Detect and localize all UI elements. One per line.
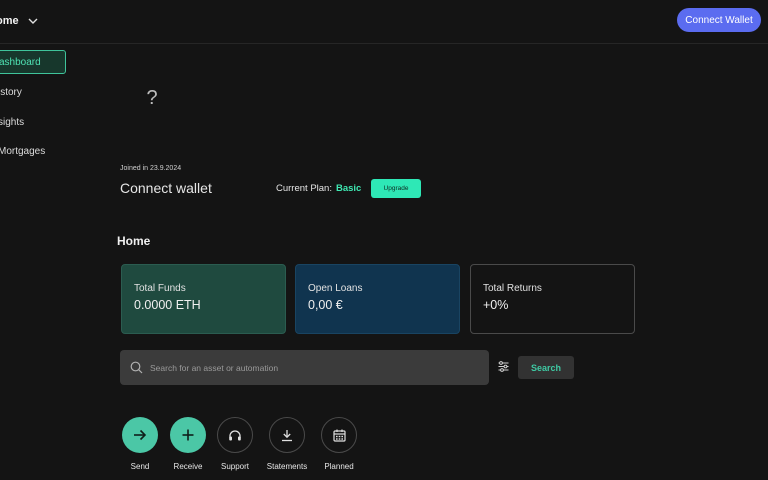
- page-title: Home: [117, 234, 151, 248]
- calendar-icon: [332, 429, 346, 442]
- search-input[interactable]: [150, 362, 470, 373]
- plus-icon: [182, 429, 194, 441]
- plan-label: Current Plan:: [276, 183, 332, 194]
- action-label: Support: [220, 462, 250, 471]
- sidebar-item-label: istory: [0, 86, 22, 98]
- connect-wallet-button[interactable]: Connect Wallet: [677, 8, 761, 32]
- card-label: Total Returns: [483, 283, 542, 294]
- receive-button[interactable]: [170, 417, 206, 453]
- card-label: Total Funds: [134, 283, 186, 294]
- search-button[interactable]: Search: [518, 356, 574, 379]
- open-loans-card: Open Loans 0,00 €: [295, 264, 460, 334]
- action-label: Planned: [324, 462, 354, 471]
- workspace-label: ome: [0, 15, 19, 27]
- upgrade-button[interactable]: Upgrade: [371, 179, 421, 198]
- search-bar: [120, 350, 489, 385]
- current-plan: Current Plan: Basic: [276, 183, 361, 194]
- action-label: Statements: [266, 462, 308, 471]
- statements-button[interactable]: [269, 417, 305, 453]
- headset-icon: [229, 429, 241, 440]
- action-label: Send: [130, 462, 150, 471]
- sidebar-item-insights[interactable]: sights: [0, 110, 66, 134]
- download-icon: [282, 429, 292, 441]
- sidebar-item-label: Mortgages: [0, 145, 46, 157]
- workspace-selector[interactable]: ome: [0, 12, 38, 30]
- top-bar: ome Connect Wallet: [0, 0, 768, 44]
- statements-action[interactable]: Statements: [259, 417, 315, 471]
- total-returns-card: Total Returns +0%: [470, 264, 635, 334]
- chevron-down-icon: [28, 18, 38, 24]
- sidebar-item-dashboard[interactable]: ashboard: [0, 50, 66, 74]
- card-label: Open Loans: [308, 283, 363, 294]
- sidebar-item-label: ashboard: [0, 56, 41, 68]
- sliders-icon[interactable]: [498, 361, 509, 372]
- support-button[interactable]: [217, 417, 253, 453]
- support-action[interactable]: Support: [207, 417, 263, 471]
- planned-button[interactable]: [321, 417, 357, 453]
- arrow-right-icon: [134, 429, 147, 441]
- send-button[interactable]: [122, 417, 158, 453]
- sidebar-item-mortgages[interactable]: Mortgages: [0, 139, 66, 163]
- wallet-name: Connect wallet: [120, 180, 212, 196]
- sidebar-item-label: sights: [0, 116, 25, 128]
- sidebar-item-history[interactable]: istory: [0, 80, 66, 104]
- total-funds-card: Total Funds 0.0000 ETH: [121, 264, 286, 334]
- planned-action[interactable]: Planned: [311, 417, 367, 471]
- plan-value: Basic: [335, 183, 362, 194]
- avatar-placeholder: ?: [146, 86, 158, 109]
- action-label: Receive: [173, 462, 203, 471]
- joined-date: Joined in 23.9.2024: [120, 165, 182, 172]
- card-value: 0,00 €: [308, 298, 343, 312]
- card-value: 0.0000 ETH: [134, 298, 201, 312]
- search-icon: [130, 361, 143, 374]
- card-value: +0%: [483, 298, 509, 312]
- avatar[interactable]: ?: [120, 70, 184, 126]
